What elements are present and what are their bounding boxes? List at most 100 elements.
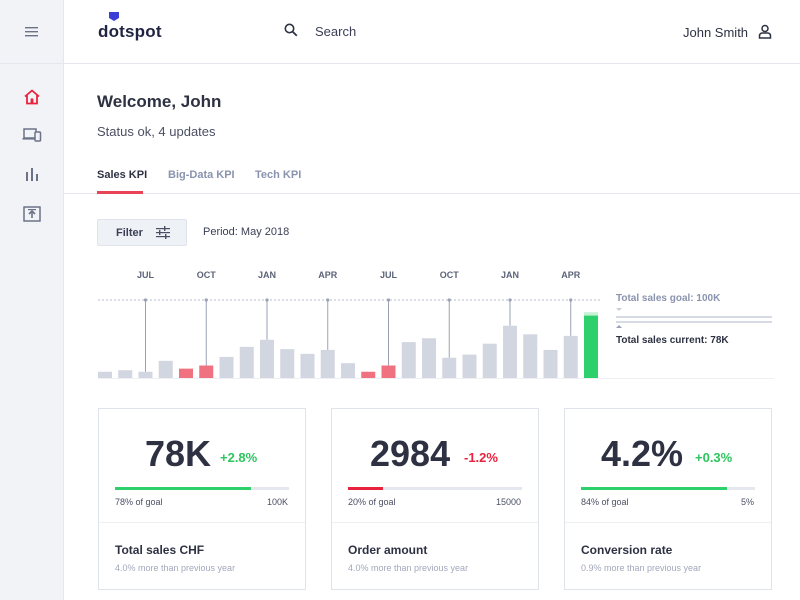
chart-bar [401,342,416,378]
month-marker-dot [569,298,573,302]
kpi-progress-bar [348,487,383,490]
chart-bar [219,356,234,378]
sales-chart: JUL OCT JAN APR JUL OCT JAN APR [98,270,774,379]
sidebar-item-home[interactable] [16,81,48,113]
kpi-title: Conversion rate [581,543,673,557]
chart-bar [341,363,355,378]
kpi-value: 2984 [370,433,451,474]
filter-button[interactable]: Filter [97,219,187,246]
kpi-subtitle: 0.9% more than previous year [581,563,702,573]
sidebar [0,0,64,600]
card-divider [565,522,771,523]
kpi-goal-text: 20% of goal [348,497,396,507]
sliders-icon [156,226,170,239]
kpi-card-total-sales[interactable]: 78K +2.8% 78% of goal 100K Total sales C… [98,408,306,590]
kpi-progress-bar [581,487,728,490]
chart-bar [260,339,274,378]
month-label: JUL [137,270,155,280]
month-marker-dot [265,298,269,302]
chart-bar [239,346,254,378]
card-divider [332,522,538,523]
chart-bar [118,370,133,378]
current-bar [584,315,598,378]
upload-icon [23,206,41,222]
month-label: OCT [197,270,217,280]
devices-icon [22,128,42,142]
chart-bar [442,357,457,378]
tab-tech-kpi[interactable]: Tech KPI [255,169,301,181]
kpi-progress-track [348,487,522,490]
kpi-delta: +2.8% [220,450,258,465]
chart-bar [523,334,538,378]
period-label: Period: May 2018 [203,226,290,238]
kpi-delta: -1.2% [464,450,498,465]
kpi-target: 5% [740,497,754,507]
sidebar-item-analytics[interactable] [16,158,48,190]
kpi-subtitle: 4.0% more than previous year [348,563,469,573]
chart-bar [300,353,315,378]
chart-bar [179,368,193,378]
month-marker-dot [447,298,451,302]
user-icon[interactable] [758,24,772,39]
month-marker-dot [386,298,391,302]
logo-mark-icon [109,12,119,21]
kpi-card-order-amount[interactable]: 2984 -1.2% 20% of goal 15000 Order amoun… [331,408,539,590]
topbar: dotspot Search John Smith [64,0,800,64]
chart-bar [543,349,558,378]
main-content: Welcome, John Status ok, 4 updates Sales… [64,64,800,600]
goal-label: Total sales goal: 100K [616,293,721,304]
chart-bar [482,343,497,378]
logo-text: dotspot [98,22,162,41]
month-label: JAN [501,270,519,280]
kpi-title: Order amount [348,543,428,557]
sidebar-item-devices[interactable] [16,119,48,151]
chart-bar [381,365,396,378]
chart-bar [280,349,295,378]
month-label: APR [561,270,581,280]
chart-bar [462,354,477,378]
search-icon[interactable] [284,23,298,37]
tab-big-data-kpi[interactable]: Big-Data KPI [168,169,235,181]
user-name[interactable]: John Smith [683,25,748,40]
chart-bar [361,371,376,378]
kpi-target: 100K [266,497,288,507]
tab-bar: Sales KPI Big-Data KPI Tech KPI [64,160,800,194]
current-label: Total sales current: 78K [616,335,729,346]
kpi-delta: +0.3% [695,450,733,465]
kpi-title: Total sales CHF [115,543,205,557]
home-icon [24,89,40,105]
kpi-card-conversion-rate[interactable]: 4.2% +0.3% 84% of goal 5% Conversion rat… [564,408,772,590]
tab-sales-kpi[interactable]: Sales KPI [97,169,147,181]
sidebar-item-upload[interactable] [16,198,48,230]
month-label: OCT [440,270,460,280]
active-tab-indicator [97,191,143,194]
kpi-subtitle: 4.0% more than previous year [115,563,236,573]
chart-bar [158,360,173,378]
chart-bar [98,371,112,378]
chart-bar [422,338,436,378]
kpi-progress-track [581,487,755,490]
menu-button[interactable] [0,0,64,64]
month-marker-dot [204,298,208,302]
month-marker-dot [143,298,148,302]
month-label: APR [318,270,338,280]
chart-bar [320,349,335,378]
kpi-progress-bar [115,487,251,490]
month-marker-dot [326,298,330,302]
goal-marker-icon [616,308,622,311]
chart-bar [199,365,214,378]
filter-label: Filter [116,227,143,239]
current-marker-icon [616,325,622,328]
month-label: JAN [258,270,276,280]
kpi-goal-text: 78% of goal [115,497,163,507]
bar-chart-icon [26,168,38,181]
hamburger-icon [25,26,38,36]
chart-bar [563,335,578,378]
status-text: Status ok, 4 updates [97,124,216,139]
kpi-target: 15000 [495,497,521,507]
chart-bar [138,371,153,378]
kpi-value: 78K [145,433,212,474]
month-marker-dot [508,298,512,302]
chart-bar [503,325,517,378]
search-input[interactable]: Search [315,24,356,39]
